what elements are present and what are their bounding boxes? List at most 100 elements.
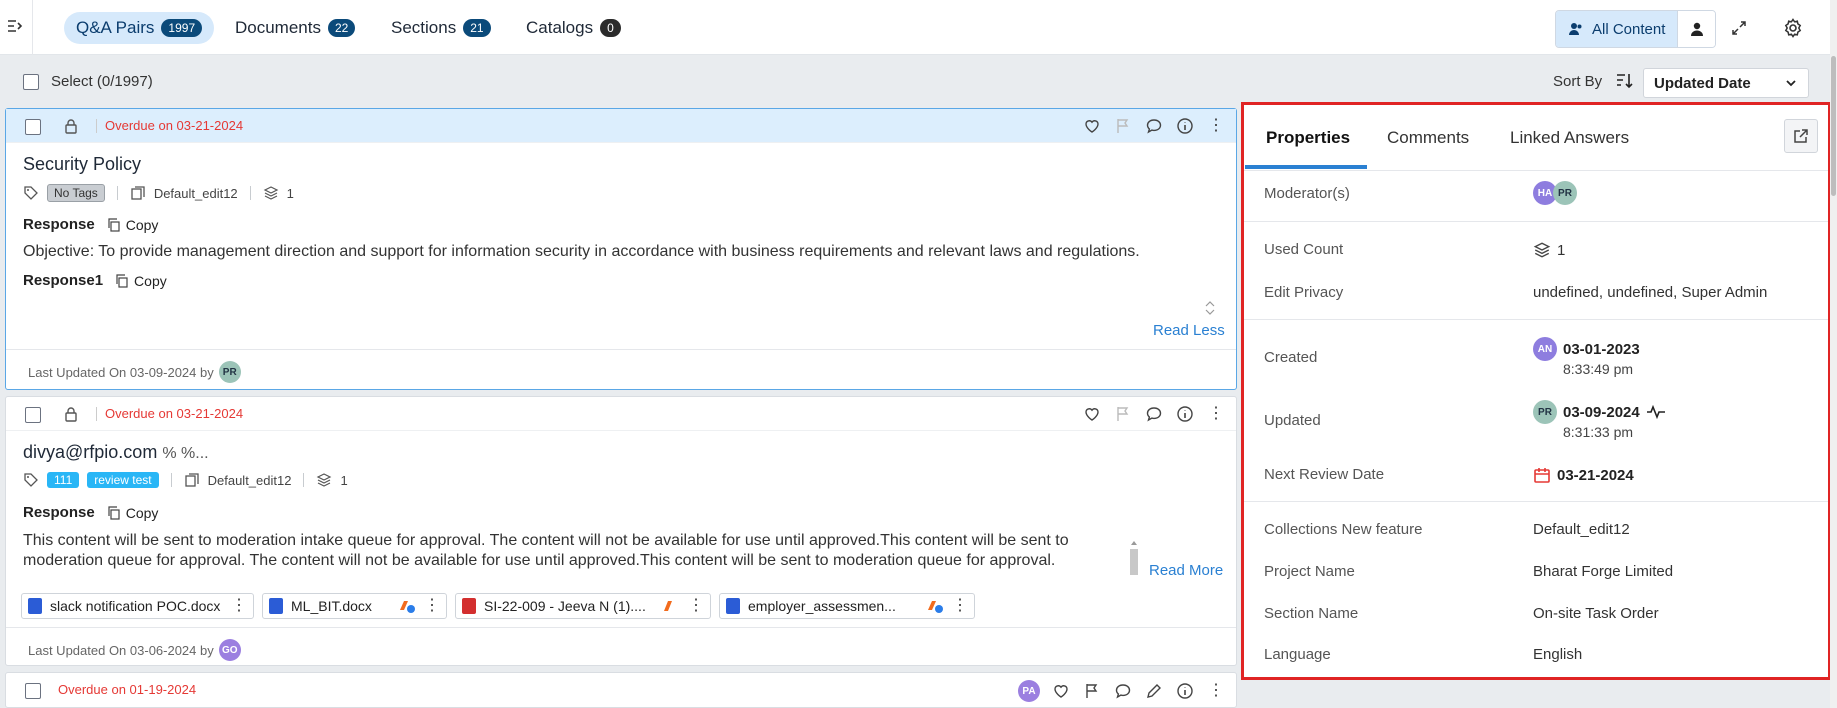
more-options-icon[interactable]: ⋮ — [231, 598, 247, 614]
my-content-button[interactable] — [1677, 11, 1716, 47]
response-label: Response — [23, 504, 95, 521]
sync-logo-icon — [400, 601, 415, 613]
attachment-chip[interactable]: SI-22-009 - Jeeva N (1).... ⋮ — [455, 593, 711, 619]
comment-icon[interactable] — [1144, 404, 1164, 424]
attachment-chip[interactable]: ML_BIT.docx ⋮ — [262, 593, 447, 619]
lock-icon[interactable] — [63, 118, 79, 134]
avatar[interactable]: PR — [218, 361, 241, 383]
last-updated-text: Last Updated On 03-06-2024 by — [28, 642, 214, 658]
layers-icon — [317, 473, 332, 487]
select-all-checkbox[interactable] — [23, 73, 39, 90]
project-value: Bharat Forge Limited — [1533, 563, 1674, 580]
avatar[interactable]: AN — [1533, 337, 1557, 361]
sidebar-toggle-icon[interactable] — [6, 17, 24, 35]
copy-button[interactable]: Copy — [107, 505, 158, 521]
resize-icon[interactable] — [1204, 300, 1216, 316]
qa-card[interactable]: Overdue on 03-21-2024 ⋮ divya@rfpio.com … — [5, 396, 1237, 666]
sort-order-icon[interactable] — [1612, 69, 1636, 93]
project-label: Project Name — [1264, 563, 1355, 580]
attachments: slack notification POC.docx ⋮ ML_BIT.doc… — [21, 593, 975, 619]
avatar[interactable]: PR — [1533, 400, 1557, 424]
tab-properties[interactable]: Properties — [1266, 128, 1350, 148]
comment-icon[interactable] — [1113, 681, 1133, 701]
collection-icon — [184, 473, 199, 487]
moderators-value: HA PR — [1533, 181, 1577, 205]
section-value: On-site Task Order — [1533, 605, 1659, 622]
attachment-chip[interactable]: employer_assessmen... ⋮ — [719, 593, 975, 619]
attachment-chip[interactable]: slack notification POC.docx ⋮ — [21, 593, 254, 619]
read-less-link[interactable]: Read Less — [1153, 322, 1225, 339]
properties-panel: Properties Comments Linked Answers Moder… — [1241, 102, 1831, 680]
tab-qa-pairs[interactable]: Q&A Pairs 1997 — [64, 12, 215, 44]
more-options-icon[interactable]: ⋮ — [424, 598, 440, 614]
copy-button[interactable]: Copy — [115, 273, 167, 289]
read-more-link[interactable]: Read More — [1149, 562, 1223, 579]
expand-icon[interactable] — [1728, 17, 1750, 39]
tab-comments[interactable]: Comments — [1387, 128, 1469, 148]
overdue-label: Overdue on 01-19-2024 — [58, 682, 197, 697]
card-footer: Last Updated On 03-09-2024 by PR — [6, 349, 1236, 387]
copy-label: Copy — [125, 216, 159, 233]
tab-label: Documents — [235, 18, 321, 37]
avatar[interactable]: PR — [1553, 181, 1577, 205]
card-checkbox[interactable] — [25, 407, 41, 423]
edit-icon[interactable] — [1144, 681, 1164, 701]
card-title[interactable]: divya@rfpio.com % %... — [23, 442, 209, 463]
tab-catalogs[interactable]: Catalogs 0 — [514, 12, 633, 44]
count-badge: 0 — [600, 19, 621, 37]
more-options-icon[interactable]: ⋮ — [1206, 404, 1226, 424]
all-content-button[interactable]: All Content — [1556, 11, 1678, 47]
card-meta: No Tags Default_edit12 1 — [23, 184, 294, 202]
qa-card[interactable]: Overdue on 01-19-2024 PA ⋮ — [5, 672, 1237, 708]
more-options-icon[interactable]: ⋮ — [952, 598, 968, 614]
edit-privacy-label: Edit Privacy — [1264, 284, 1344, 301]
heart-icon[interactable] — [1082, 404, 1102, 424]
collection-name: Default_edit12 — [207, 472, 292, 488]
card-checkbox[interactable] — [25, 119, 41, 135]
tab-linked-answers[interactable]: Linked Answers — [1510, 128, 1629, 148]
card-title[interactable]: Security Policy — [23, 154, 141, 175]
info-icon[interactable] — [1175, 404, 1195, 424]
language-value: English — [1533, 646, 1583, 663]
more-options-icon[interactable]: ⋮ — [688, 598, 704, 614]
lock-icon[interactable] — [63, 406, 79, 422]
overdue-label: Overdue on 03-21-2024 — [96, 119, 243, 133]
tag-icon — [24, 186, 38, 200]
flag-icon[interactable] — [1082, 681, 1102, 701]
sort-dropdown[interactable]: Updated Date — [1643, 68, 1809, 98]
qa-card[interactable]: Overdue on 03-21-2024 ⋮ Security Policy … — [5, 108, 1237, 390]
heart-icon[interactable] — [1082, 116, 1102, 136]
select-all[interactable]: Select (0/1997) — [23, 73, 153, 90]
info-icon[interactable] — [1175, 116, 1195, 136]
gear-icon[interactable] — [1782, 17, 1804, 39]
tab-label: Catalogs — [526, 18, 594, 37]
user-icon — [1690, 22, 1703, 36]
tag-chip[interactable]: 111 — [47, 472, 80, 488]
more-options-icon[interactable]: ⋮ — [1206, 116, 1226, 136]
page-scrollbar[interactable] — [1830, 0, 1837, 708]
count-badge: 1997 — [161, 19, 203, 37]
scrollbar-thumb[interactable] — [1831, 56, 1836, 196]
copy-button[interactable]: Copy — [107, 216, 159, 233]
word-file-icon — [269, 598, 283, 614]
card-checkbox[interactable] — [25, 683, 41, 699]
sync-logo-icon — [664, 601, 672, 611]
heart-icon[interactable] — [1051, 681, 1071, 701]
comment-icon[interactable] — [1144, 116, 1164, 136]
more-options-icon[interactable]: ⋮ — [1206, 681, 1226, 701]
card-actions: ⋮ — [1082, 116, 1226, 136]
response-header: Response Copy — [23, 504, 158, 521]
avatar[interactable]: GO — [218, 639, 241, 661]
tab-sections[interactable]: Sections 21 — [379, 12, 503, 44]
avatar[interactable]: PA — [1018, 680, 1040, 702]
info-icon[interactable] — [1175, 681, 1195, 701]
activity-icon[interactable] — [1646, 405, 1666, 419]
response-scrollbar[interactable] — [1129, 539, 1139, 575]
flag-icon[interactable] — [1113, 404, 1133, 424]
share-button[interactable] — [1784, 119, 1818, 153]
flag-icon[interactable] — [1113, 116, 1133, 136]
tag-chip[interactable]: review test — [87, 472, 159, 488]
divider — [1244, 319, 1828, 320]
tab-documents[interactable]: Documents 22 — [223, 12, 367, 44]
edit-privacy-value: undefined, undefined, Super Admin — [1533, 284, 1768, 301]
